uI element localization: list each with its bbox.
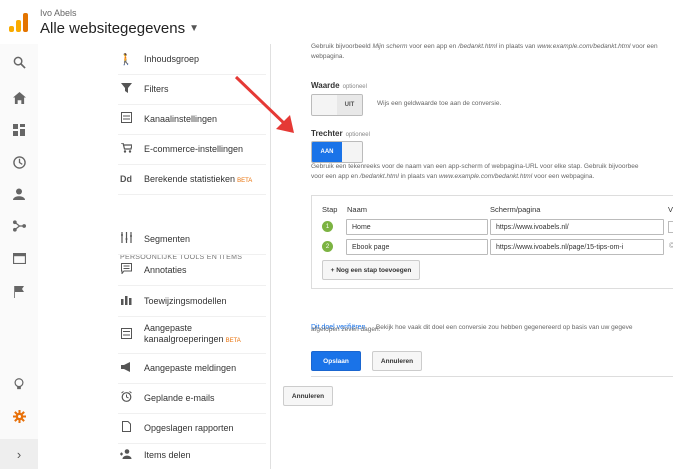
flag-icon[interactable] xyxy=(0,278,38,306)
analytics-logo[interactable] xyxy=(9,12,29,32)
menu-item-label: Geplande e-mails xyxy=(144,393,215,403)
dashboard-icon[interactable] xyxy=(0,116,38,144)
step-page-input[interactable]: https://www.ivoabels.nl/ xyxy=(490,219,664,235)
dd-icon: Dd xyxy=(120,174,132,184)
document-icon xyxy=(118,421,134,435)
account-name: Ivo Abels xyxy=(40,8,77,18)
person-icon[interactable] xyxy=(0,180,38,208)
chevron-right-icon: › xyxy=(16,446,22,462)
share-person-icon xyxy=(118,448,134,462)
app-header: Ivo Abels Alle websitegegevens ▼ xyxy=(0,0,673,45)
menu-item-label: Kanaalinstellingen xyxy=(144,114,218,124)
segment-icon xyxy=(118,232,134,246)
menu-item-aangepaste-meldingen[interactable]: Aangepaste meldingen xyxy=(118,353,266,384)
menu-item-label: Berekende statistieken BETA xyxy=(144,174,253,184)
menu-item-annotaties[interactable]: Annotaties xyxy=(118,255,266,286)
col-header-name: Naam xyxy=(347,205,368,214)
divider xyxy=(311,376,673,377)
left-rail: › xyxy=(0,44,39,469)
value-toggle[interactable]: UIT xyxy=(311,94,363,116)
menu-item-label: Opgeslagen rapporten xyxy=(144,423,234,433)
menu-item-label: Segmenten xyxy=(144,234,191,244)
menu-item-items-delen[interactable]: Items delen xyxy=(118,440,266,470)
menu-item-label: Inhoudsgroep xyxy=(144,54,200,64)
col-header-screen: Scherm/pagina xyxy=(490,205,541,214)
menu-item-label: E-commerce-instellingen xyxy=(144,144,244,154)
annotation-icon xyxy=(118,263,134,277)
step-page-input[interactable]: https://www.ivoabels.nl/page/15-tips-om-… xyxy=(490,239,664,255)
menu-item-label: Aangepaste meldingen xyxy=(144,363,237,373)
help-icon[interactable]: © xyxy=(669,241,673,250)
top-help-text: Gebruik bijvoorbeeld Mijn scherm voor ee… xyxy=(311,43,658,60)
filter-icon xyxy=(118,82,134,96)
menu-item-label: Items delen xyxy=(144,450,191,460)
home-icon[interactable] xyxy=(0,84,38,112)
funnel-label: Trechter optioneel xyxy=(311,129,370,138)
step-number-badge: 1 xyxy=(322,221,333,232)
col-header-required: V xyxy=(668,205,673,214)
menu-item-label: Toewijzingsmodellen xyxy=(144,296,227,306)
megaphone-icon xyxy=(118,361,134,375)
menu-item-label: Annotaties xyxy=(144,265,187,275)
behavior-icon[interactable] xyxy=(0,244,38,272)
expand-rail-button[interactable]: › xyxy=(0,439,38,469)
step-number-badge: 2 xyxy=(322,241,333,252)
channel-group-icon xyxy=(118,328,134,342)
verify-help-text: Bekijk hoe vaak dit doel een conversie z… xyxy=(375,324,633,331)
toggle-off-label: UIT xyxy=(337,95,362,115)
caret-down-icon: ▼ xyxy=(189,23,199,34)
verify-help-text-2: afgelopen zeven dagen. xyxy=(311,326,381,333)
cart-icon xyxy=(118,141,134,156)
value-help-text: Wijs een geldwaarde toe aan de conversie… xyxy=(377,100,502,107)
clock-icon[interactable] xyxy=(0,148,38,176)
menu-item-geplande-emails[interactable]: Geplande e-mails xyxy=(118,383,266,414)
cancel-button[interactable]: Annuleren xyxy=(372,351,422,371)
channel-icon xyxy=(118,112,134,126)
beta-badge: BETA xyxy=(237,178,253,184)
goal-setup-panel: Gebruik bijvoorbeeld Mijn scherm voor ee… xyxy=(271,43,673,469)
funnel-help-text: Gebruik een tekenreeks voor de naam van … xyxy=(311,163,639,180)
menu-item-segmenten[interactable]: Segmenten xyxy=(118,224,266,255)
step-name-input[interactable]: Home xyxy=(346,219,488,235)
required-checkbox[interactable] xyxy=(668,221,673,233)
red-arrow-annotation xyxy=(234,75,294,133)
menu-item-ecommerce[interactable]: E-commerce-instellingen xyxy=(118,134,266,165)
menu-item-inhoudsgroep[interactable]: 🚶 Inhoudsgroep xyxy=(118,44,266,75)
add-step-button[interactable]: + Nog een stap toevoegen xyxy=(322,260,420,280)
menu-item-berekende-statistieken[interactable]: Dd Berekende statistieken BETA xyxy=(118,164,266,195)
menu-item-aangepaste-kanaalgroeperingen[interactable]: Aangepaste kanaalgroeperingen BETA xyxy=(118,317,266,354)
beta-badge: BETA xyxy=(225,338,241,344)
toggle-on-label: AAN xyxy=(312,142,342,162)
funnel-toggle[interactable]: AAN xyxy=(311,141,363,163)
step-name-input[interactable]: Ebook page xyxy=(346,239,488,255)
alarm-icon xyxy=(118,391,134,405)
optional-tag: optioneel xyxy=(345,132,370,138)
outer-cancel-button[interactable]: Annuleren xyxy=(283,386,333,406)
walk-icon: 🚶 xyxy=(119,53,133,66)
goal-details: Gebruik bijvoorbeeld Mijn scherm voor ee… xyxy=(311,43,673,376)
col-header-step: Stap xyxy=(322,205,338,214)
search-icon[interactable] xyxy=(0,48,38,76)
property-title: Alle websitegegevens xyxy=(40,20,186,37)
lightbulb-icon[interactable] xyxy=(0,370,38,398)
value-label: Waarde optioneel xyxy=(311,81,367,90)
save-button[interactable]: Opslaan xyxy=(311,351,361,371)
gear-icon[interactable] xyxy=(0,402,38,430)
funnel-steps-table: Stap Naam Scherm/pagina V 1 Home https:/… xyxy=(311,195,673,289)
menu-item-toewijzingsmodellen[interactable]: Toewijzingsmodellen xyxy=(118,286,266,317)
acquisition-icon[interactable] xyxy=(0,212,38,240)
bar-chart-icon xyxy=(118,295,134,308)
menu-item-label: Filters xyxy=(144,84,169,94)
menu-item-label: Aangepaste kanaalgroeperingen BETA xyxy=(144,323,241,344)
property-selector[interactable]: Alle websitegegevens ▼ xyxy=(40,20,199,37)
optional-tag: optioneel xyxy=(342,84,367,90)
